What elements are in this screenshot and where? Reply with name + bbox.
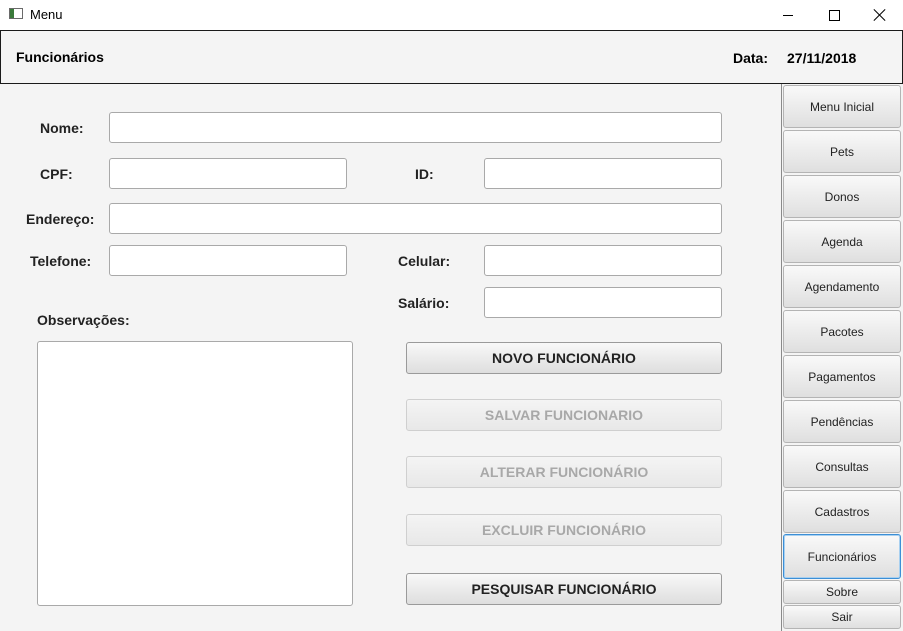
id-field[interactable] <box>484 158 722 189</box>
salario-label: Salário: <box>398 295 450 311</box>
sidebar-item-sobre[interactable]: Sobre <box>783 580 901 604</box>
sidebar-item-pets[interactable]: Pets <box>783 130 901 173</box>
sidebar-item-sair[interactable]: Sair <box>783 605 901 629</box>
cpf-field[interactable] <box>109 158 347 189</box>
endereco-field[interactable] <box>109 203 722 234</box>
sidebar-item-pacotes[interactable]: Pacotes <box>783 310 901 353</box>
salvar-funcionario-button[interactable]: SALVAR FUNCIONARIO <box>406 399 722 431</box>
telefone-field[interactable] <box>109 245 347 276</box>
sidebar-item-funcionarios[interactable]: Funcionários <box>783 534 901 579</box>
telefone-label: Telefone: <box>30 253 92 269</box>
date-value: 27/11/2018 <box>787 50 857 66</box>
novo-funcionario-button[interactable]: NOVO FUNCIONÁRIO <box>406 342 722 374</box>
maximize-button[interactable] <box>811 0 857 30</box>
minimize-button[interactable] <box>765 0 811 30</box>
window-title: Menu <box>30 7 63 22</box>
sidebar-item-pagamentos[interactable]: Pagamentos <box>783 355 901 398</box>
date-label: Data: <box>733 50 769 66</box>
page-title: Funcionários <box>16 49 104 65</box>
pesquisar-funcionario-button[interactable]: PESQUISAR FUNCIONÁRIO <box>406 573 722 605</box>
sidebar-nav: Menu Inicial Pets Donos Agenda Agendamen… <box>781 84 903 631</box>
maximize-icon <box>828 9 840 21</box>
observacoes-textarea[interactable] <box>37 341 353 606</box>
sidebar-item-pendencias[interactable]: Pendências <box>783 400 901 443</box>
nome-field[interactable] <box>109 112 722 143</box>
nome-label: Nome: <box>40 120 84 136</box>
close-icon <box>874 9 886 21</box>
sidebar-item-cadastros[interactable]: Cadastros <box>783 490 901 533</box>
excluir-funcionario-button[interactable]: EXCLUIR FUNCIONÁRIO <box>406 514 722 546</box>
sidebar-item-agendamento[interactable]: Agendamento <box>783 265 901 308</box>
page-header: Funcionários Data: 27/11/2018 <box>0 30 903 84</box>
celular-field[interactable] <box>484 245 722 276</box>
cpf-label: CPF: <box>40 166 73 182</box>
salario-field[interactable] <box>484 287 722 318</box>
close-button[interactable] <box>857 0 903 30</box>
window-app-icon <box>9 8 23 19</box>
sidebar-item-donos[interactable]: Donos <box>783 175 901 218</box>
minimize-icon <box>783 14 793 16</box>
id-label: ID: <box>415 166 434 182</box>
sidebar-item-menu-inicial[interactable]: Menu Inicial <box>783 85 901 128</box>
window-titlebar: Menu <box>0 0 903 30</box>
alterar-funcionario-button[interactable]: ALTERAR FUNCIONÁRIO <box>406 456 722 488</box>
sidebar-item-agenda[interactable]: Agenda <box>783 220 901 263</box>
sidebar-item-consultas[interactable]: Consultas <box>783 445 901 488</box>
celular-label: Celular: <box>398 253 451 269</box>
observacoes-label: Observações: <box>37 312 130 328</box>
endereco-label: Endereço: <box>26 211 95 227</box>
employee-form: Nome: CPF: ID: Endereço: Telefone: Celul… <box>0 84 781 631</box>
